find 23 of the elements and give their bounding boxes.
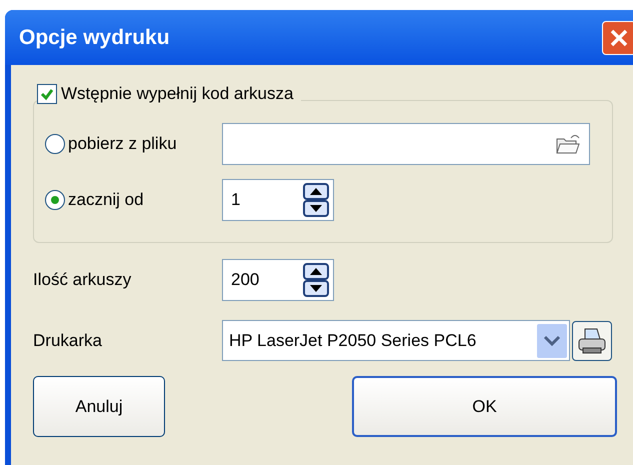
spin-arrows-icon[interactable]	[303, 183, 329, 217]
radio-button[interactable]	[45, 134, 65, 154]
spin-field[interactable]: 200	[222, 259, 334, 301]
folder-icon[interactable]	[555, 133, 581, 155]
close-icon	[609, 28, 629, 48]
checkbox-label: Wstępnie wypełnij kod arkusza	[61, 83, 294, 105]
radio-label: pobierz z pliku	[68, 133, 177, 156]
printer-dropdown[interactable]: HP LaserJet P2050 Series PCL6	[222, 320, 570, 361]
radio-button[interactable]	[45, 190, 65, 210]
spin-arrows-icon[interactable]	[303, 263, 329, 297]
checkbox[interactable]	[37, 84, 57, 104]
cancel-button[interactable]: Anuluj	[33, 376, 165, 437]
field-label: Drukarka	[33, 330, 103, 352]
file-path-field[interactable]	[222, 123, 590, 165]
check-icon	[40, 86, 54, 101]
ok-button[interactable]: OK	[352, 376, 617, 437]
window-title: Opcje wydruku	[19, 24, 171, 51]
printer-button[interactable]	[572, 320, 612, 360]
spin-field[interactable]: 1	[222, 179, 334, 221]
field-label: Ilość arkuszy	[33, 269, 132, 292]
printer-icon	[577, 326, 607, 354]
radio-label: zacznij od	[68, 189, 144, 212]
close-button[interactable]	[602, 20, 633, 54]
